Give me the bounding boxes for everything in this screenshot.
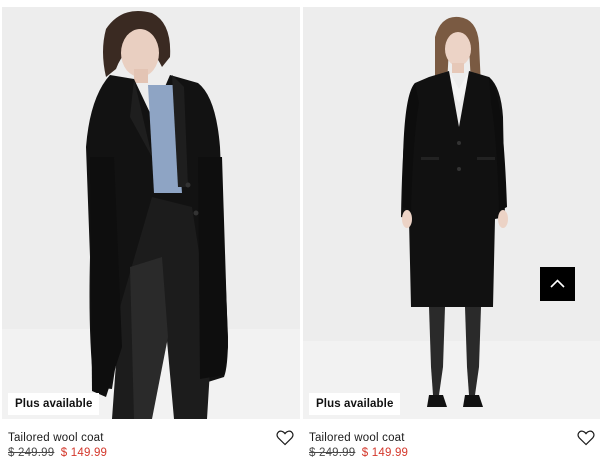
sale-price: $ 149.99: [361, 447, 409, 459]
product-grid: Plus available Tailored wool coat $ 249.…: [0, 0, 600, 463]
product-image[interactable]: Plus available: [2, 7, 300, 419]
product-card[interactable]: Plus available Tailored wool coat $ 249.…: [303, 0, 600, 463]
model-coat-illustration: [401, 16, 508, 407]
original-price: $ 249.99: [309, 447, 356, 459]
product-price: $ 249.99 $ 149.99: [309, 447, 408, 459]
original-price: $ 249.99: [8, 447, 55, 459]
chevron-up-icon: [550, 279, 565, 288]
plus-available-badge: Plus available: [8, 393, 100, 415]
product-name[interactable]: Tailored wool coat: [8, 432, 104, 444]
model-coat-illustration: [86, 11, 228, 419]
product-image[interactable]: Plus available: [303, 7, 600, 419]
product-card[interactable]: Plus available Tailored wool coat $ 249.…: [2, 0, 300, 463]
product-name[interactable]: Tailored wool coat: [309, 432, 405, 444]
scroll-to-top-button[interactable]: [540, 267, 575, 301]
plus-available-badge: Plus available: [309, 393, 401, 415]
product-price: $ 249.99 $ 149.99: [8, 447, 107, 459]
heart-outline-icon[interactable]: [577, 430, 595, 446]
sale-price: $ 149.99: [60, 447, 108, 459]
heart-outline-icon[interactable]: [276, 430, 294, 446]
